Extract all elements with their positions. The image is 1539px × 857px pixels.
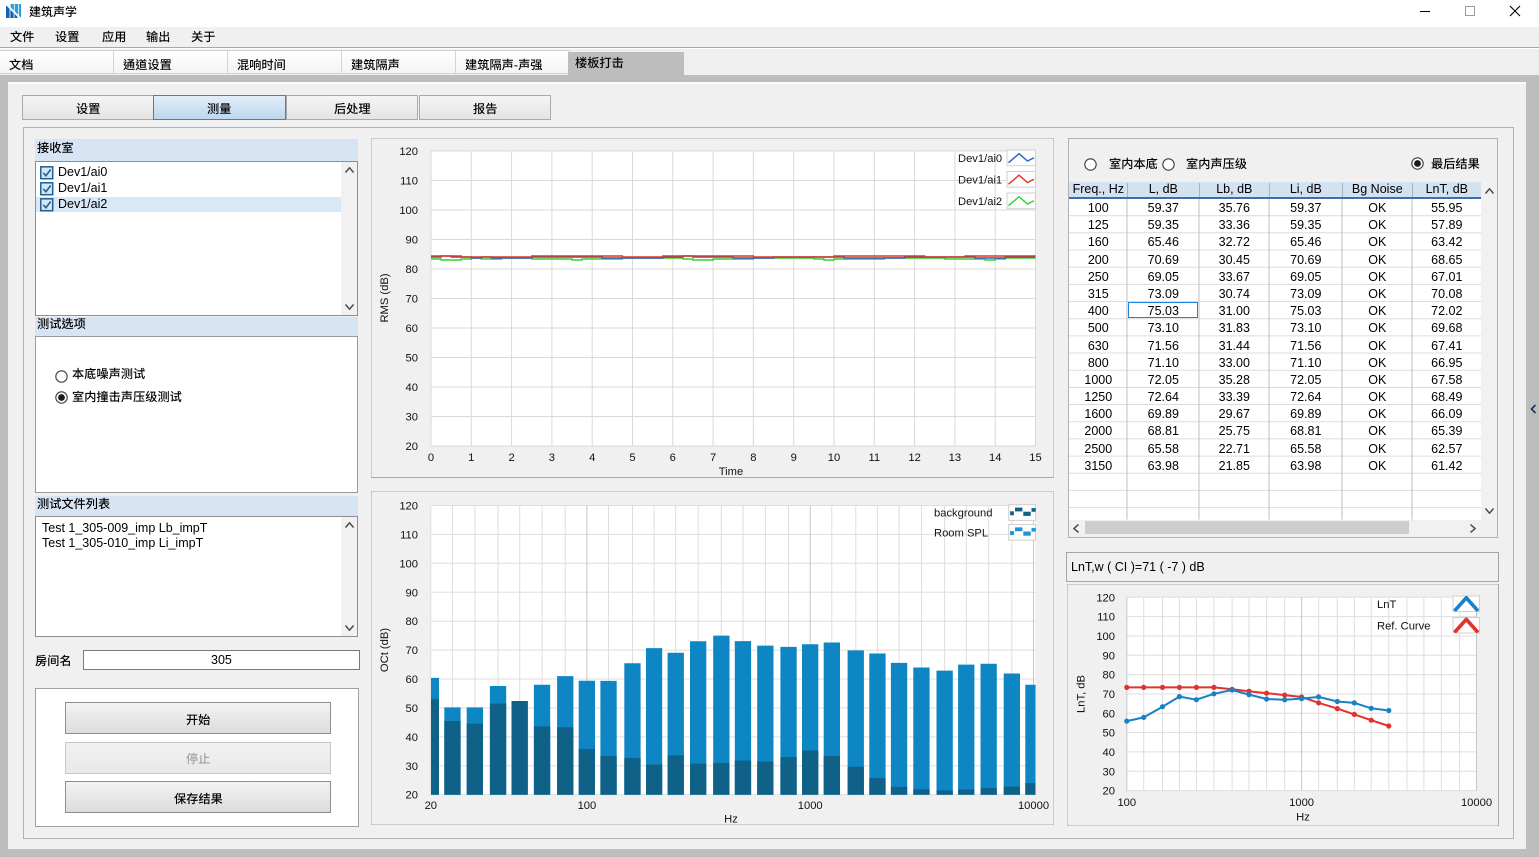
svg-text:100: 100 xyxy=(1117,797,1136,809)
svg-text:50: 50 xyxy=(1102,727,1114,739)
svg-text:15: 15 xyxy=(1029,452,1041,464)
svg-text:Hz: Hz xyxy=(724,814,738,826)
svg-text:120: 120 xyxy=(399,146,418,158)
svg-text:30: 30 xyxy=(406,761,418,773)
svg-text:60: 60 xyxy=(1102,708,1114,720)
svg-text:70: 70 xyxy=(406,294,418,306)
svg-text:0: 0 xyxy=(428,452,434,464)
svg-text:100: 100 xyxy=(399,205,418,217)
svg-text:110: 110 xyxy=(1097,611,1115,623)
svg-text:120: 120 xyxy=(1096,592,1115,604)
svg-text:110: 110 xyxy=(400,176,418,188)
svg-text:2: 2 xyxy=(508,452,514,464)
svg-text:11: 11 xyxy=(868,452,880,464)
svg-text:30: 30 xyxy=(406,412,418,424)
svg-text:90: 90 xyxy=(1102,650,1114,662)
svg-text:13: 13 xyxy=(949,452,961,464)
svg-text:3: 3 xyxy=(549,452,555,464)
svg-text:10000: 10000 xyxy=(1460,797,1491,809)
svg-text:20: 20 xyxy=(406,790,418,802)
svg-text:40: 40 xyxy=(406,382,418,394)
svg-text:60: 60 xyxy=(406,674,418,686)
svg-text:60: 60 xyxy=(406,323,418,335)
svg-text:1000: 1000 xyxy=(798,800,823,812)
svg-text:Ref. Curve: Ref. Curve xyxy=(1377,620,1430,632)
svg-text:40: 40 xyxy=(1102,746,1114,758)
svg-text:4: 4 xyxy=(589,452,595,464)
svg-text:50: 50 xyxy=(406,703,418,715)
svg-text:LnT: LnT xyxy=(1377,599,1396,611)
svg-text:1000: 1000 xyxy=(1289,797,1314,809)
svg-text:10000: 10000 xyxy=(1018,800,1049,812)
svg-text:110: 110 xyxy=(400,529,418,541)
svg-text:70: 70 xyxy=(406,645,418,657)
svg-text:background: background xyxy=(934,508,992,520)
svg-text:50: 50 xyxy=(406,353,418,365)
svg-text:LnT, dB: LnT, dB xyxy=(1075,675,1087,713)
svg-text:8: 8 xyxy=(750,452,756,464)
svg-text:100: 100 xyxy=(578,800,597,812)
svg-text:100: 100 xyxy=(1096,631,1115,643)
svg-text:Room SPL: Room SPL xyxy=(934,528,988,540)
svg-text:9: 9 xyxy=(791,452,797,464)
svg-text:Dev1/ai1: Dev1/ai1 xyxy=(958,175,1002,187)
svg-text:7: 7 xyxy=(710,452,716,464)
svg-text:80: 80 xyxy=(1102,669,1114,681)
svg-text:40: 40 xyxy=(406,732,418,744)
svg-text:30: 30 xyxy=(1102,766,1114,778)
svg-text:20: 20 xyxy=(406,441,418,453)
svg-text:10: 10 xyxy=(828,452,840,464)
svg-text:OCt (dB): OCt (dB) xyxy=(379,628,391,672)
svg-text:14: 14 xyxy=(989,452,1001,464)
svg-text:80: 80 xyxy=(406,616,418,628)
svg-text:5: 5 xyxy=(629,452,635,464)
svg-text:90: 90 xyxy=(406,235,418,247)
svg-text:Hz: Hz xyxy=(1296,811,1310,823)
svg-text:6: 6 xyxy=(670,452,676,464)
svg-text:20: 20 xyxy=(1102,785,1114,797)
svg-text:RMS (dB): RMS (dB) xyxy=(379,273,391,322)
svg-text:Time: Time xyxy=(719,466,743,478)
svg-text:Dev1/ai0: Dev1/ai0 xyxy=(958,153,1002,165)
svg-text:12: 12 xyxy=(908,452,920,464)
svg-text:Dev1/ai2: Dev1/ai2 xyxy=(958,196,1002,208)
svg-text:100: 100 xyxy=(399,558,418,570)
svg-text:120: 120 xyxy=(399,501,418,513)
svg-text:90: 90 xyxy=(406,587,418,599)
svg-text:1: 1 xyxy=(468,452,474,464)
svg-text:70: 70 xyxy=(1102,689,1114,701)
svg-text:20: 20 xyxy=(425,800,437,812)
svg-text:80: 80 xyxy=(406,264,418,276)
